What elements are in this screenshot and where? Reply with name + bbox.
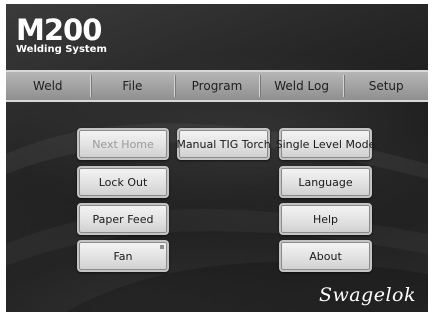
app-screen: M200 Welding System Weld File Program We… [6,4,428,312]
fan-button-label: Fan [113,249,133,263]
manual-tig-torch-button[interactable]: Manual TIG Torch [176,128,271,160]
m200-logo: M200 Welding System [16,16,107,56]
next-home-button[interactable]: Next Home [77,128,169,160]
main-menu-bar: Weld File Program Weld Log Setup [6,70,428,102]
language-button[interactable]: Language [279,166,372,198]
swagelok-logo: Swagelok [318,284,416,306]
menu-weld[interactable]: Weld [6,72,90,100]
logo-title: M200 [16,13,102,47]
help-button[interactable]: Help [279,203,372,235]
menu-weld-log[interactable]: Weld Log [260,72,344,100]
single-level-mode-button[interactable]: Single Level Mode [276,128,375,160]
menu-program[interactable]: Program [175,72,259,100]
menu-file[interactable]: File [91,72,175,100]
menu-setup[interactable]: Setup [344,72,428,100]
about-button[interactable]: About [279,240,372,272]
lock-out-button[interactable]: Lock Out [77,166,169,198]
logo-subtitle: Welding System [16,44,107,55]
paper-feed-button[interactable]: Paper Feed [77,203,169,235]
fan-indicator-icon [160,245,164,249]
fan-button[interactable]: Fan [77,240,169,272]
